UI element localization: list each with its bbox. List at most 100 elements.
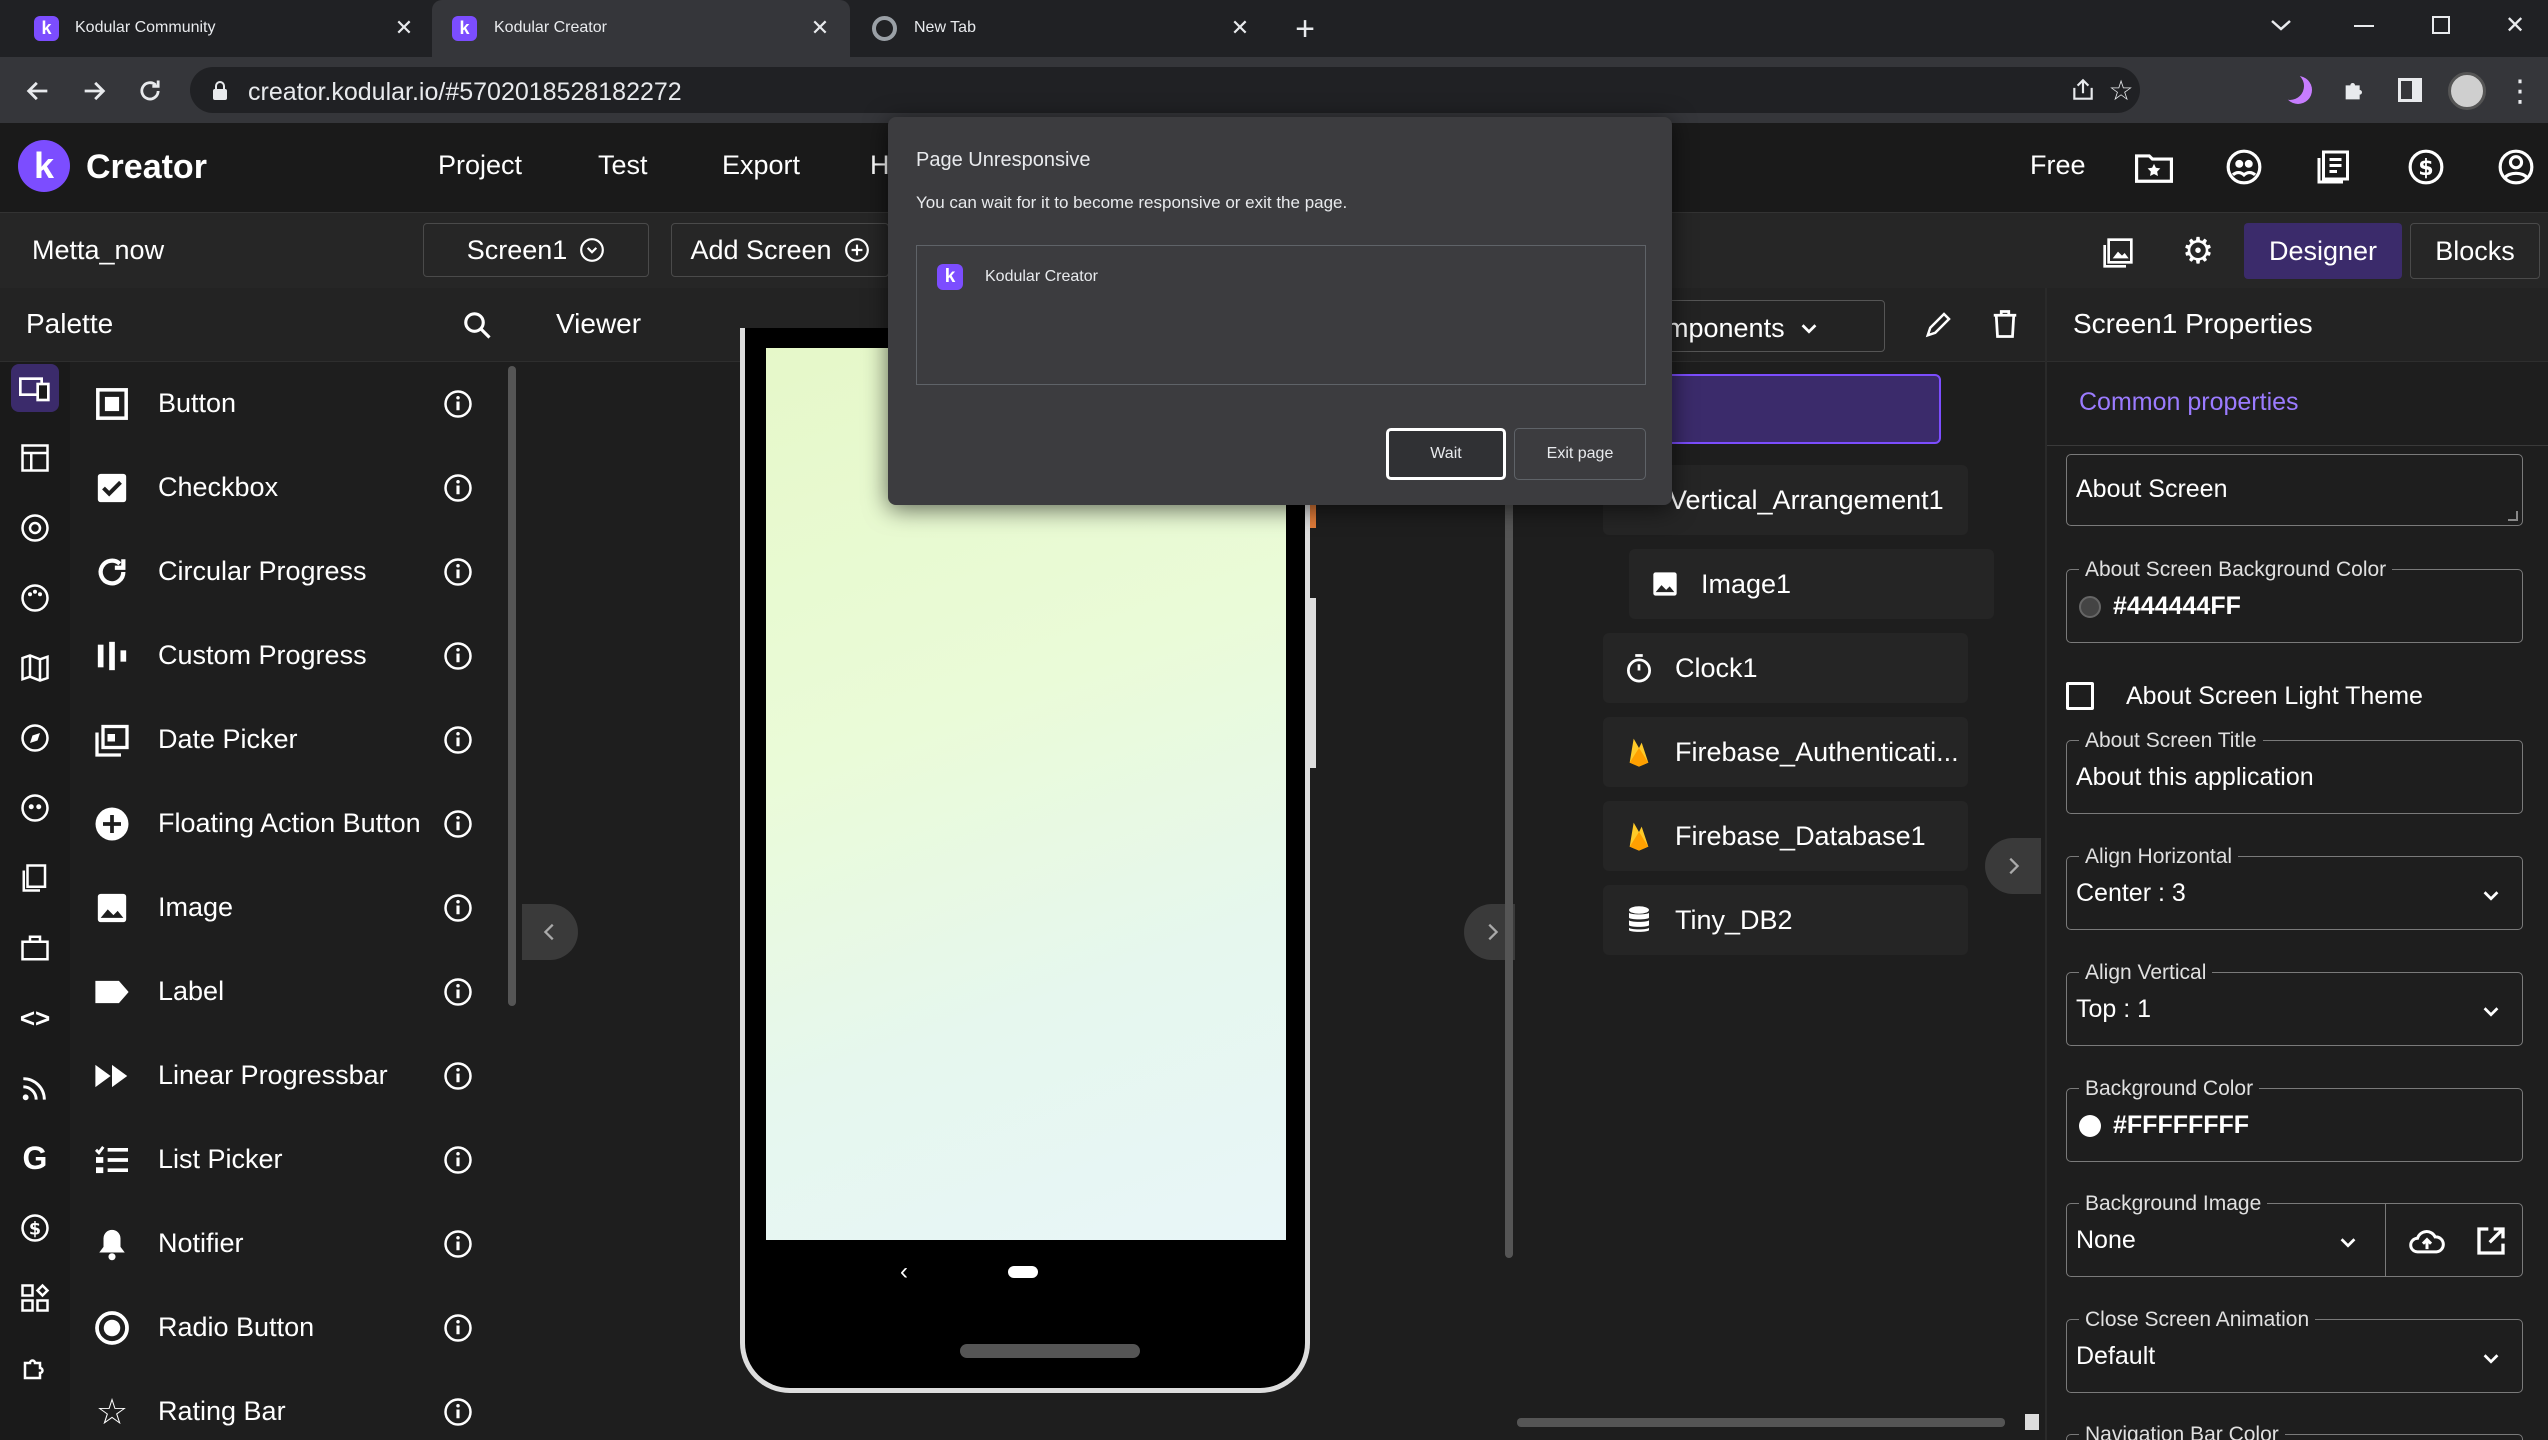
reload-icon[interactable] (130, 71, 170, 111)
info-icon[interactable] (440, 1226, 476, 1262)
resize-handle-icon[interactable] (2508, 511, 2518, 521)
palette-item-rating-bar[interactable]: ☆ Rating Bar (70, 1370, 490, 1440)
storage-category-icon[interactable] (11, 854, 59, 902)
light-theme-checkbox[interactable]: About Screen Light Theme (2066, 674, 2523, 714)
menu-help[interactable]: H (870, 150, 890, 181)
palette-item-radio-button[interactable]: Radio Button (70, 1286, 490, 1370)
extensions-puzzle-icon[interactable] (2340, 75, 2370, 105)
background-image-field[interactable]: Background Image None (2066, 1192, 2523, 1277)
tab-search-icon[interactable] (2266, 10, 2296, 40)
info-icon[interactable] (440, 554, 476, 590)
component-firebase-authentication[interactable]: Firebase_Authenticati... (1603, 717, 1968, 787)
about-screen-title-field[interactable]: About Screen Title About this applicatio… (2066, 729, 2523, 814)
sensors-category-icon[interactable] (11, 714, 59, 762)
lock-icon[interactable] (212, 81, 228, 100)
close-icon[interactable]: ✕ (1226, 14, 1254, 42)
community-icon[interactable] (2222, 145, 2266, 189)
expand-properties-button[interactable] (1985, 838, 2041, 894)
info-icon[interactable] (440, 1058, 476, 1094)
google-category-icon[interactable]: G (11, 1134, 59, 1182)
back-icon[interactable] (18, 71, 58, 111)
omnibox[interactable]: creator.kodular.io/#5702018528182272 ☆ (190, 67, 2140, 113)
bookmark-star-icon[interactable]: ☆ (2106, 75, 2136, 106)
screenshot-icon[interactable] (2098, 233, 2138, 273)
code-category-icon[interactable]: <> (11, 994, 59, 1042)
nav-home-icon[interactable] (1008, 1266, 1038, 1278)
info-icon[interactable] (440, 470, 476, 506)
tab-kodular-creator[interactable]: k Kodular Creator ✕ (432, 0, 850, 57)
nav-back-icon[interactable]: ‹ (900, 1258, 908, 1286)
gallery-folder-icon[interactable] (2132, 145, 2176, 189)
add-screen-button[interactable]: Add Screen (671, 223, 889, 277)
url-text[interactable]: creator.kodular.io/#5702018528182272 (248, 78, 682, 107)
menu-project[interactable]: Project (438, 150, 522, 181)
dollar-icon[interactable]: $ (2404, 145, 2448, 189)
palette-item-button[interactable]: Button (70, 362, 490, 446)
align-vertical-select[interactable]: Align Vertical Top : 1 (2066, 961, 2523, 1046)
component-firebase-database1[interactable]: Firebase_Database1 (1603, 801, 1968, 871)
blocks-button[interactable]: Blocks (2410, 223, 2540, 279)
info-icon[interactable] (440, 1394, 476, 1430)
about-screen-bg-color-field[interactable]: About Screen Background Color #444444FF (2066, 558, 2523, 643)
extensions-category-icon[interactable] (11, 1344, 59, 1392)
menu-export[interactable]: Export (722, 150, 800, 181)
rename-pencil-icon[interactable] (1921, 306, 1957, 342)
collapse-left-button[interactable] (522, 904, 578, 960)
tab-kodular-community[interactable]: k Kodular Community ✕ (0, 0, 430, 57)
monetization-category-icon[interactable]: $ (11, 1204, 59, 1252)
designer-button[interactable]: Designer (2244, 223, 2402, 279)
info-icon[interactable] (440, 1310, 476, 1346)
screen-select[interactable]: Screen1 (423, 223, 649, 277)
info-icon[interactable] (440, 974, 476, 1010)
account-icon[interactable] (2494, 145, 2538, 189)
more-menu-icon[interactable]: ⋮ (2505, 73, 2535, 109)
palette-item-label[interactable]: Label (70, 950, 490, 1034)
palette-item-custom-progress[interactable]: Custom Progress (70, 614, 490, 698)
maps-category-icon[interactable] (11, 644, 59, 692)
kodular-logo[interactable]: k (18, 140, 70, 192)
forward-icon[interactable] (74, 71, 114, 111)
background-color-field[interactable]: Background Color #FFFFFFFF (2066, 1077, 2523, 1162)
align-horizontal-select[interactable]: Align Horizontal Center : 3 (2066, 845, 2523, 930)
dynamic-category-icon[interactable] (11, 1274, 59, 1322)
close-icon[interactable]: ✕ (390, 14, 418, 42)
palette-item-circular-progress[interactable]: Circular Progress (70, 530, 490, 614)
components-hscrollbar[interactable] (1517, 1418, 2005, 1427)
info-icon[interactable] (440, 1142, 476, 1178)
layout-category-icon[interactable] (11, 434, 59, 482)
palette-item-linear-progressbar[interactable]: Linear Progressbar (70, 1034, 490, 1118)
minimize-icon[interactable] (2354, 25, 2374, 27)
palette-item-notifier[interactable]: Notifier (70, 1202, 490, 1286)
restore-icon[interactable] (2432, 16, 2450, 34)
new-tab-button[interactable]: + (1288, 10, 1322, 48)
wait-button[interactable]: Wait (1386, 428, 1506, 480)
moon-extension-icon[interactable] (2284, 76, 2312, 104)
palette-item-date-picker[interactable]: Date Picker (70, 698, 490, 782)
info-icon[interactable] (440, 638, 476, 674)
profile-avatar[interactable] (2448, 72, 2486, 110)
documentation-icon[interactable] (2312, 145, 2356, 189)
viewer-scrollbar[interactable] (1505, 378, 1513, 1258)
info-icon[interactable] (440, 806, 476, 842)
palette-item-list-picker[interactable]: List Picker (70, 1118, 490, 1202)
chevron-down-icon[interactable] (2337, 1231, 2359, 1253)
info-icon[interactable] (440, 890, 476, 926)
connectivity-category-icon[interactable] (11, 1064, 59, 1112)
info-icon[interactable] (440, 386, 476, 422)
palette-scrollbar[interactable] (508, 366, 516, 1006)
component-image1[interactable]: Image1 (1629, 549, 1994, 619)
side-panel-icon[interactable] (2398, 78, 2422, 102)
close-screen-animation-select[interactable]: Close Screen Animation Default (2066, 1308, 2523, 1393)
palette-item-image[interactable]: Image (70, 866, 490, 950)
menu-test[interactable]: Test (598, 150, 648, 181)
drawing-category-icon[interactable] (11, 574, 59, 622)
navigation-bar-color-field[interactable]: Navigation Bar Color (2066, 1423, 2523, 1440)
social-category-icon[interactable] (11, 784, 59, 832)
palette-item-floating-action-button[interactable]: Floating Action Button (70, 782, 490, 866)
exit-page-button[interactable]: Exit page (1514, 428, 1646, 480)
search-icon[interactable] (458, 306, 496, 344)
component-clock1[interactable]: Clock1 (1603, 633, 1968, 703)
common-properties-tab[interactable]: Common properties (2047, 362, 2548, 446)
utilities-category-icon[interactable] (11, 924, 59, 972)
tab-new-tab[interactable]: New Tab ✕ (852, 0, 1270, 57)
